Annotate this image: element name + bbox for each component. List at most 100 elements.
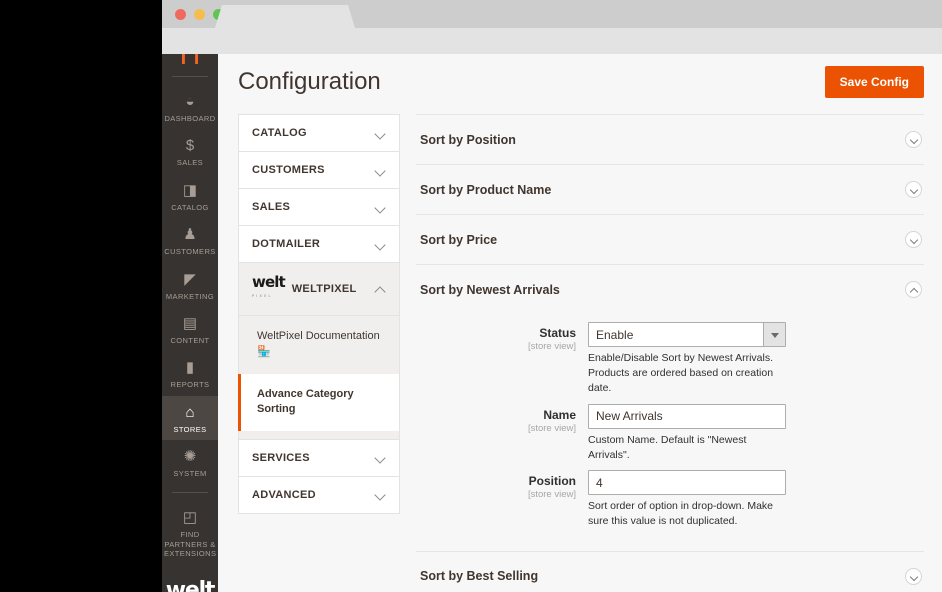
browser-tab[interactable]	[215, 5, 355, 28]
weltpixel-submark: PIXEL	[252, 289, 285, 303]
accordion-title: Sort by Product Name	[420, 183, 905, 197]
field-note: Custom Name. Default is "Newest Arrivals…	[588, 433, 786, 463]
field-label: Status	[416, 326, 576, 340]
sidebar-item-stores[interactable]: ⌂ STORES	[162, 396, 218, 440]
config-subitem-advance-category-sorting[interactable]: Advance Category Sorting	[238, 374, 400, 431]
accordion-sort-by-newest-arrivals[interactable]: Sort by Newest Arrivals	[416, 264, 924, 314]
sidebar-divider-top	[172, 76, 208, 77]
browser-toolbar	[162, 28, 942, 54]
field-name: Name [store view] Custom Name. Default i…	[416, 404, 924, 463]
sidebar-item-label: REPORTS	[164, 380, 216, 389]
traffic-lights	[175, 9, 224, 20]
field-scope: [store view]	[416, 341, 576, 352]
field-control-group: Sort order of option in drop-down. Make …	[588, 470, 786, 529]
sidebar-item-label: MARKETING	[164, 292, 216, 301]
sidebar-item-system[interactable]: ✺ SYSTEM	[162, 440, 218, 484]
field-note: Sort order of option in drop-down. Make …	[588, 499, 786, 529]
dollar-icon: $	[164, 136, 216, 155]
megaphone-icon: ◤	[164, 270, 216, 289]
magento-logo[interactable]	[162, 54, 218, 68]
position-input[interactable]	[588, 470, 786, 495]
chevron-down-icon	[375, 202, 386, 213]
sidebar-item-catalog[interactable]: ◨ CATALOG	[162, 174, 218, 218]
chevron-down-icon	[375, 128, 386, 139]
config-subitem-weltpixel-documentation[interactable]: WeltPixel Documentation 🏪	[238, 316, 400, 374]
config-nav-gap	[238, 431, 400, 439]
chevron-down-icon[interactable]	[905, 568, 922, 585]
config-section-sales[interactable]: SALES	[238, 188, 400, 225]
page-header: Configuration Save Config	[218, 54, 942, 110]
field-scope: [store view]	[416, 423, 576, 434]
chevron-down-icon[interactable]	[905, 181, 922, 198]
sidebar-item-find-partners[interactable]: ◰ FIND PARTNERS & EXTENSIONS	[162, 501, 218, 564]
sidebar-item-sales[interactable]: $ SALES	[162, 129, 218, 173]
field-scope: [store view]	[416, 489, 576, 500]
dashboard-icon: ◒	[164, 92, 216, 111]
field-status: Status [store view] Enable/Disable Sort …	[416, 322, 924, 397]
chevron-up-icon	[375, 284, 386, 295]
accordion-sort-by-position[interactable]: Sort by Position	[416, 114, 924, 164]
sidebar-item-reports[interactable]: ▮ REPORTS	[162, 351, 218, 395]
sidebar-item-label: SYSTEM	[164, 469, 216, 478]
accordion-sort-by-price[interactable]: Sort by Price	[416, 214, 924, 264]
page-title: Configuration	[238, 68, 381, 96]
config-section-customers[interactable]: CUSTOMERS	[238, 151, 400, 188]
field-control-group: Enable/Disable Sort by Newest Arrivals. …	[588, 322, 786, 397]
admin-main: Configuration Save Config CATALOG CUSTOM…	[218, 54, 942, 592]
config-section-dotmailer[interactable]: DOTMAILER	[238, 225, 400, 262]
field-control-group: Custom Name. Default is "Newest Arrivals…	[588, 404, 786, 463]
configuration-nav: CATALOG CUSTOMERS SALES DOTMAILER	[238, 110, 400, 592]
accordion-title: Sort by Position	[420, 133, 905, 147]
field-label: Position	[416, 474, 576, 488]
chevron-down-icon	[375, 489, 386, 500]
field-note: Enable/Disable Sort by Newest Arrivals. …	[588, 351, 786, 397]
minimize-window-button[interactable]	[194, 9, 205, 20]
sidebar-item-label: FIND PARTNERS & EXTENSIONS	[164, 530, 216, 558]
chevron-down-icon	[375, 165, 386, 176]
accordion-sort-by-product-name[interactable]: Sort by Product Name	[416, 164, 924, 214]
status-select-wrapper[interactable]	[588, 322, 786, 347]
field-label-group: Name [store view]	[416, 404, 588, 463]
magento-logo-icon	[182, 54, 198, 64]
config-section-catalog[interactable]: CATALOG	[238, 114, 400, 151]
chevron-down-icon[interactable]	[763, 323, 785, 346]
chevron-down-icon[interactable]	[905, 231, 922, 248]
close-window-button[interactable]	[175, 9, 186, 20]
accordion-title: Sort by Best Selling	[420, 569, 905, 583]
admin-viewport: ◒ DASHBOARD $ SALES ◨ CATALOG ♟ CUSTOMER…	[162, 54, 942, 592]
config-section-label: WELTPIXEL	[292, 283, 375, 295]
config-section-label: SALES	[252, 201, 375, 213]
accordion-title: Sort by Newest Arrivals	[420, 283, 905, 297]
weltpixel-logo-icon: welt PIXEL	[252, 275, 285, 303]
sidebar-item-label: STORES	[164, 425, 216, 434]
configuration-content: Sort by Position Sort by Product Name So…	[416, 110, 924, 592]
chevron-up-icon[interactable]	[905, 281, 922, 298]
person-icon: ♟	[164, 225, 216, 244]
config-section-advanced[interactable]: ADVANCED	[238, 476, 400, 514]
sidebar-item-content[interactable]: ▤ CONTENT	[162, 307, 218, 351]
config-section-label: ADVANCED	[252, 489, 375, 501]
config-section-label: SERVICES	[252, 452, 375, 464]
field-position: Position [store view] Sort order of opti…	[416, 470, 924, 529]
bar-chart-icon: ▮	[164, 358, 216, 377]
config-section-services[interactable]: SERVICES	[238, 439, 400, 476]
storefront-icon: ⌂	[164, 403, 216, 422]
sidebar-item-customers[interactable]: ♟ CUSTOMERS	[162, 218, 218, 262]
store-icon: 🏪	[257, 345, 386, 360]
status-select[interactable]	[588, 322, 786, 347]
sidebar-item-label: CATALOG	[164, 203, 216, 212]
chevron-down-icon[interactable]	[905, 131, 922, 148]
newest-arrivals-fieldset: Status [store view] Enable/Disable Sort …	[416, 314, 924, 551]
config-section-label: DOTMAILER	[252, 238, 375, 250]
gear-icon: ✺	[164, 447, 216, 466]
config-section-label: CATALOG	[252, 127, 375, 139]
sidebar-item-label: DASHBOARD	[164, 114, 216, 123]
config-section-weltpixel[interactable]: welt PIXEL WELTPIXEL	[238, 262, 400, 316]
name-input[interactable]	[588, 404, 786, 429]
window-titlebar	[162, 0, 942, 28]
sidebar-item-dashboard[interactable]: ◒ DASHBOARD	[162, 85, 218, 129]
save-config-button[interactable]: Save Config	[825, 66, 924, 98]
sidebar-item-marketing[interactable]: ◤ MARKETING	[162, 263, 218, 307]
sidebar-brand-logo: welt PIXEL	[162, 581, 218, 592]
accordion-sort-by-best-selling[interactable]: Sort by Best Selling	[416, 551, 924, 592]
